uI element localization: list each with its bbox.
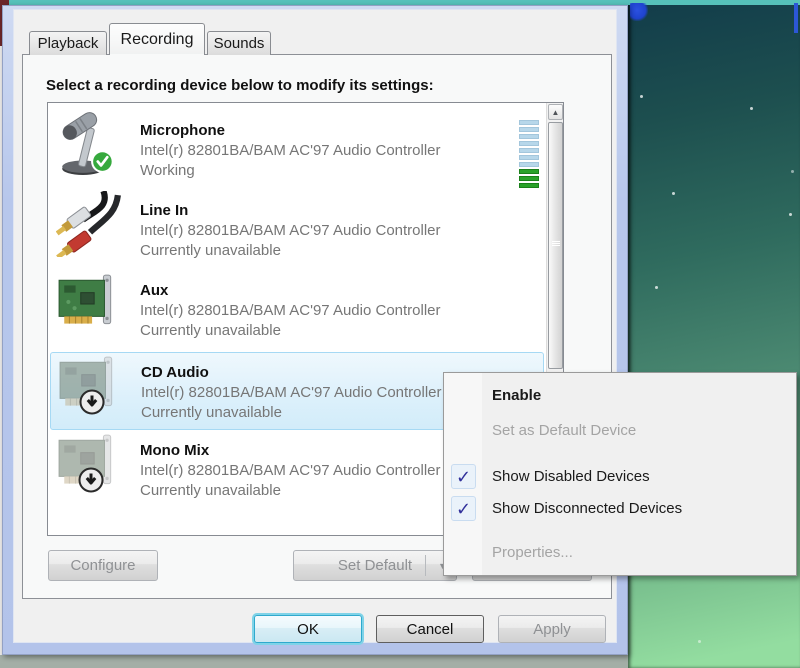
device-info: Line In Intel(r) 82801BA/BAM AC'97 Audio… (126, 191, 540, 271)
device-row-aux[interactable]: Aux Intel(r) 82801BA/BAM AC'97 Audio Con… (48, 271, 546, 351)
desktop-blue-artifact (630, 3, 648, 21)
disabled-arrow-badge (79, 389, 105, 415)
sound-card-icon (56, 271, 126, 343)
device-description: Intel(r) 82801BA/BAM AC'97 Audio Control… (140, 221, 540, 241)
tab-playback[interactable]: Playback (29, 31, 107, 55)
tab-bar: Playback Recording Sounds (29, 23, 273, 55)
disabled-arrow-badge (78, 467, 104, 493)
device-description: Intel(r) 82801BA/BAM AC'97 Audio Control… (140, 141, 519, 161)
device-name: Line In (140, 200, 540, 221)
wallpaper-speck (655, 286, 658, 289)
scrollbar-thumb[interactable] (548, 122, 563, 369)
wallpaper-speck (698, 640, 701, 643)
apply-button[interactable]: Apply (498, 615, 606, 643)
device-status: Currently unavailable (140, 241, 540, 261)
tab-sounds[interactable]: Sounds (207, 31, 271, 55)
wallpaper-speck (791, 170, 794, 173)
checkmark-icon: ✓ (451, 464, 476, 489)
scroll-up-icon: ▲ (552, 108, 560, 117)
device-context-menu: Enable Set as Default Device Show Disabl… (443, 372, 797, 576)
instruction-text: Select a recording device below to modif… (46, 77, 434, 94)
wallpaper-speck (672, 192, 675, 195)
rca-jacks-icon (56, 191, 126, 263)
wallpaper-speck (750, 107, 753, 110)
device-row-microphone[interactable]: Microphone Intel(r) 82801BA/BAM AC'97 Au… (48, 111, 546, 191)
menu-item-enable[interactable]: Enable (444, 382, 796, 408)
cancel-button[interactable]: Cancel (376, 615, 484, 643)
microphone-icon (56, 111, 126, 183)
device-info: Microphone Intel(r) 82801BA/BAM AC'97 Au… (126, 111, 519, 191)
menu-item-set-as-default-device[interactable]: Set as Default Device (444, 417, 796, 443)
menu-item-properties[interactable]: Properties... (444, 539, 796, 565)
set-default-label: Set Default (338, 557, 412, 574)
scroll-up-button[interactable]: ▲ (548, 104, 563, 120)
wallpaper-speck (789, 213, 792, 216)
menu-item-show-disabled-devices[interactable]: Show Disabled Devices (444, 463, 796, 489)
device-info: Aux Intel(r) 82801BA/BAM AC'97 Audio Con… (126, 271, 540, 351)
screen-edge-line (794, 3, 798, 33)
split-divider (425, 555, 426, 576)
set-default-button[interactable]: Set Default ▼ (293, 550, 457, 581)
sound-card-disabled-icon (57, 353, 127, 425)
device-name: Microphone (140, 120, 519, 141)
device-description: Intel(r) 82801BA/BAM AC'97 Audio Control… (140, 301, 540, 321)
device-status: Currently unavailable (140, 321, 540, 341)
wallpaper-speck (640, 95, 643, 98)
menu-item-show-disconnected-devices[interactable]: Show Disconnected Devices (444, 495, 796, 521)
checkmark-icon: ✓ (451, 496, 476, 521)
tab-recording[interactable]: Recording (109, 23, 205, 55)
scrollbar-grip-icon (552, 241, 560, 247)
ok-button[interactable]: OK (254, 615, 362, 643)
configure-button[interactable]: Configure (48, 550, 158, 581)
device-status: Working (140, 161, 519, 181)
device-name: Aux (140, 280, 540, 301)
device-row-line-in[interactable]: Line In Intel(r) 82801BA/BAM AC'97 Audio… (48, 191, 546, 271)
bottom-edge-strip (0, 655, 628, 668)
level-meter (519, 111, 540, 191)
sound-card-disabled-icon (56, 431, 126, 503)
